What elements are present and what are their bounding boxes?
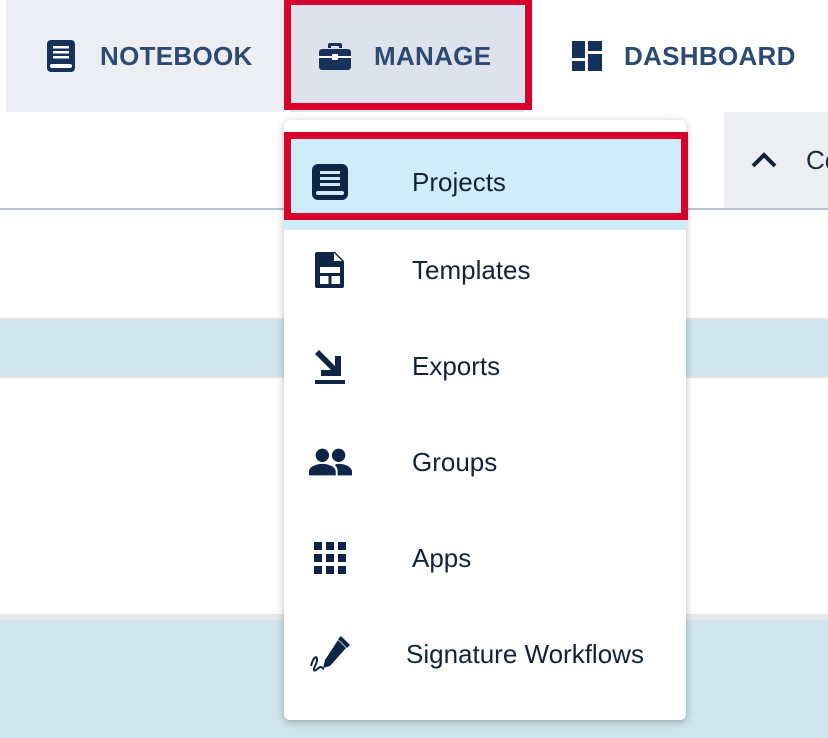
export-icon [308, 344, 352, 388]
manage-highlight-box [284, 0, 532, 110]
collapse-label: Co [806, 144, 828, 175]
menu-item-label: Groups [412, 446, 498, 477]
menu-item-exports[interactable]: Exports [284, 318, 686, 414]
tab-label: NOTEBOOK [100, 40, 253, 71]
tab-dashboard[interactable]: DASHBOARD [540, 0, 828, 112]
chevron-up-icon [750, 146, 778, 174]
menu-item-apps[interactable]: Apps [284, 510, 686, 606]
menu-item-label: Exports [412, 350, 501, 381]
menu-item-groups[interactable]: Groups [284, 414, 686, 510]
signature-icon [308, 632, 352, 676]
top-nav: NOTEBOOK MANAGE DASHBOARD [0, 0, 828, 112]
menu-item-label: Signature Workflows [406, 638, 644, 669]
menu-item-signature-workflows[interactable]: Signature Workflows [284, 606, 686, 702]
collapse-button[interactable]: Co [724, 112, 828, 208]
dashboard-icon [570, 39, 604, 73]
menu-item-label: Apps [412, 542, 472, 573]
tab-label: DASHBOARD [624, 40, 796, 71]
menu-item-label: Templates [412, 254, 531, 285]
projects-highlight-box [284, 132, 688, 220]
menu-item-templates[interactable]: Templates [284, 222, 686, 318]
apps-grid-icon [308, 536, 352, 580]
tab-notebook[interactable]: NOTEBOOK [6, 0, 284, 112]
book-icon [44, 39, 78, 73]
template-icon [308, 248, 352, 292]
groups-icon [308, 440, 352, 484]
